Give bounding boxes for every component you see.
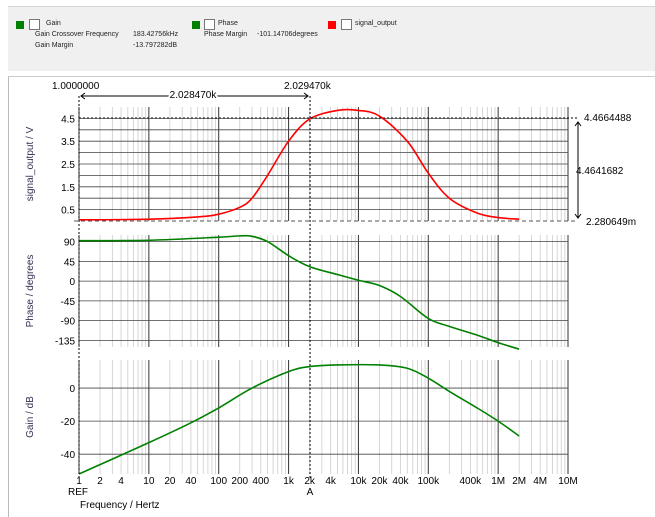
y-tick-label: 3.5 <box>61 137 75 148</box>
x-tick-label: 4M <box>533 476 547 487</box>
y-tick-label: -45 <box>61 297 76 308</box>
x-tick-label: 100 <box>210 476 227 487</box>
x-tick-label: 2M <box>512 476 526 487</box>
y-tick-label: 45 <box>64 257 76 268</box>
x-tick-label: 4k <box>325 476 337 487</box>
y-cursor-top: 4.4664488 <box>584 113 632 124</box>
x-tick-label: 10k <box>350 476 367 487</box>
series-line-2 <box>79 365 519 474</box>
x-tick-label: 40k <box>392 476 409 487</box>
x-tick-label: 1k <box>283 476 295 487</box>
y-tick-label: 90 <box>64 238 76 249</box>
y-axis-label: Phase / degrees <box>25 255 36 328</box>
cursor-delta-value: 2.028470k <box>170 90 218 101</box>
x-tick-label: 400k <box>460 476 483 487</box>
y-tick-label: 0 <box>69 277 75 288</box>
y-tick-label: 0.5 <box>61 206 75 217</box>
y-tick-label: 4.5 <box>61 114 75 125</box>
y-axis-label: signal_output / V <box>25 126 36 201</box>
panel-2: 0 -20 -40 Gain / dB <box>25 360 568 474</box>
y-tick-label: 2.5 <box>61 160 75 171</box>
y-tick-label: 1.5 <box>61 183 75 194</box>
y-tick-label: -135 <box>55 336 75 347</box>
bode-plot: 0.5 1.5 2.5 3.5 4.5 signal_output / V 90 45 0 -45… <box>0 0 655 516</box>
series-line-1 <box>79 236 519 350</box>
y-axis-label: Gain / dB <box>25 396 36 438</box>
x-tick-label: 4 <box>118 476 124 487</box>
x-tick-label: 400 <box>252 476 269 487</box>
y-tick-label: -90 <box>61 317 76 328</box>
y-tick-label: -20 <box>61 417 76 428</box>
y-cursor-bottom: 2.280649m <box>586 217 636 228</box>
ref-cursor-label[interactable]: REF <box>68 487 88 498</box>
y-cursor-delta: 4.4641682 <box>576 166 624 177</box>
series-line-0 <box>79 110 519 220</box>
x-tick-label: 1M <box>491 476 505 487</box>
x-tick-label: 2 <box>97 476 103 487</box>
panel-0: 0.5 1.5 2.5 3.5 4.5 signal_output / V <box>25 107 568 221</box>
a-cursor-value: 2.029470k <box>284 81 332 92</box>
x-tick-label: 10M <box>558 476 577 487</box>
y-tick-label: 0 <box>69 384 75 395</box>
x-tick-label: 200 <box>231 476 248 487</box>
x-axis-label: Frequency / Hertz <box>80 500 159 511</box>
x-tick-label: 20k <box>371 476 388 487</box>
y-tick-label: -40 <box>61 450 76 461</box>
panel-1: 90 45 0 -45 -90 -135 Phase / degrees <box>25 235 568 347</box>
x-tick-label: 10 <box>143 476 155 487</box>
x-tick-label: 40 <box>185 476 197 487</box>
a-cursor-label[interactable]: A <box>307 487 314 498</box>
x-tick-label: 100k <box>417 476 440 487</box>
ref-cursor-value: 1.0000000 <box>52 81 100 92</box>
x-tick-label: 20 <box>164 476 176 487</box>
